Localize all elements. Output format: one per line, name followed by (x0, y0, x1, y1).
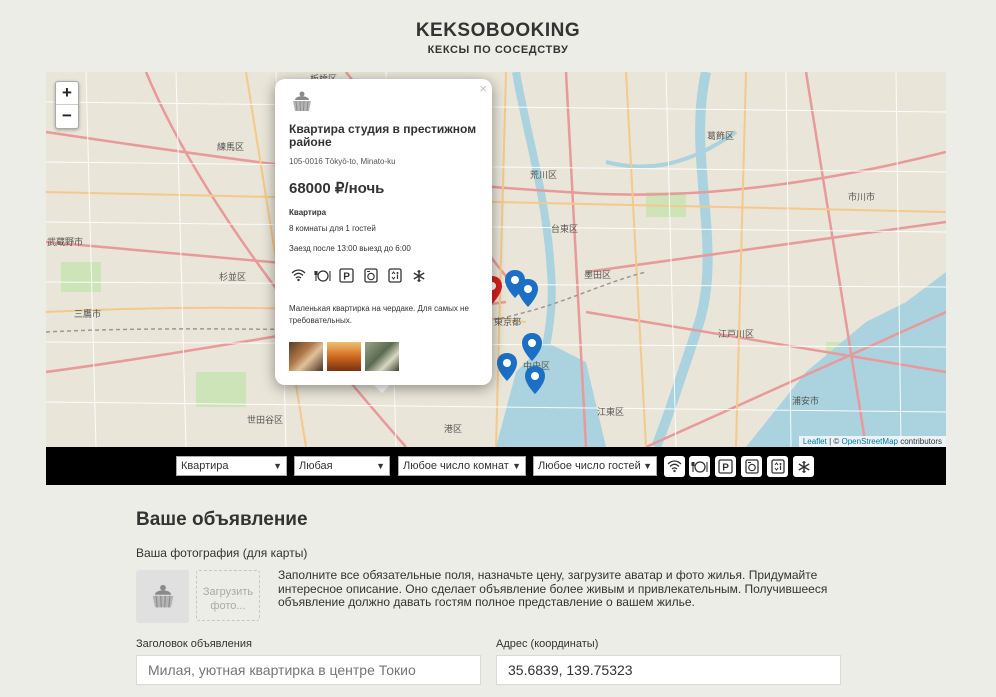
map-pin[interactable] (496, 352, 518, 382)
form-note: Заполните все обязательные поля, назначь… (278, 568, 828, 609)
popup-address: 105-0016 Tōkyō-to, Minato-ku (289, 157, 396, 166)
form-title: Ваше объявление (136, 509, 308, 530)
map-label: 三鷹市 (74, 309, 102, 319)
washer-icon (744, 459, 759, 474)
map-label: 武蔵野市 (47, 237, 84, 247)
offer-popup: × Квартира студия в престижном районе 10… (275, 79, 492, 385)
avatar-upload-button[interactable]: Загрузить фото... (196, 570, 260, 621)
map-label: 市川市 (848, 192, 876, 202)
zoom-out-button[interactable]: − (56, 105, 78, 127)
address-input[interactable]: 35.6839, 139.75323 (496, 655, 841, 685)
map-label: 台東区 (551, 224, 579, 234)
site-subtitle: КЕКСЫ ПО СОСЕДСТВУ (427, 44, 569, 56)
housing-photo[interactable] (327, 342, 361, 371)
map-label: 浦安市 (792, 396, 820, 406)
wifi-icon (289, 266, 308, 285)
filter-parking-checkbox[interactable]: P (715, 456, 736, 477)
map-pin[interactable] (524, 365, 546, 395)
housing-type-select[interactable]: Квартира ▼ (176, 456, 287, 476)
rooms-select[interactable]: Любое число комнат ▼ (398, 456, 526, 476)
popup-title: Квартира студия в престижном районе (289, 122, 477, 149)
map-label: 江東区 (597, 407, 625, 417)
popup-type: Квартира (289, 208, 327, 217)
map[interactable]: 板橋区 練馬区 武蔵野市 杉並区 三鷹市 世田谷区 港区 荒川区 台東区 墨田区… (46, 72, 946, 447)
conditioner-icon (797, 460, 810, 473)
map-label: 東京都 (494, 317, 522, 327)
zoom-in-button[interactable]: + (56, 82, 78, 105)
parking-icon: P (337, 266, 356, 285)
svg-text:P: P (343, 272, 350, 283)
popup-price: 68000 ₽/ночь (289, 180, 385, 197)
housing-type-value: Квартира (181, 460, 229, 472)
chevron-down-icon: ▼ (512, 461, 521, 471)
address-label: Адрес (координаты) (496, 638, 599, 650)
dishwasher-icon (690, 460, 708, 473)
author-avatar (293, 91, 311, 112)
map-label: 江戸川区 (718, 329, 755, 339)
filter-conditioner-checkbox[interactable] (793, 456, 814, 477)
chevron-down-icon: ▼ (643, 461, 652, 471)
zoom-control: + − (55, 81, 79, 129)
map-label: 荒川区 (530, 170, 558, 180)
housing-photo[interactable] (365, 342, 399, 371)
popup-close-button[interactable]: × (479, 81, 487, 96)
filter-elevator-checkbox[interactable] (767, 456, 788, 477)
washer-icon (361, 266, 380, 285)
chevron-down-icon: ▼ (273, 461, 282, 471)
map-attribution: Leaflet | © OpenStreetMap contributors (798, 436, 946, 447)
price-value: Любая (299, 460, 333, 472)
map-label: 港区 (444, 424, 463, 434)
popup-capacity: 8 комнаты для 1 гостей (289, 224, 376, 233)
wifi-icon (667, 460, 682, 473)
filter-wifi-checkbox[interactable] (664, 456, 685, 477)
rooms-value: Любое число комнат (403, 460, 509, 472)
conditioner-icon (409, 266, 428, 285)
osm-link[interactable]: OpenStreetMap (841, 437, 897, 446)
avatar-preview (136, 570, 189, 623)
elevator-icon (385, 266, 404, 285)
cupcake-icon (152, 584, 173, 607)
chevron-down-icon: ▼ (376, 461, 385, 471)
map-label: 葛飾区 (707, 131, 735, 141)
guests-value: Любое число гостей (538, 460, 641, 472)
site-logo: KEKSOBOOKING (415, 20, 581, 41)
price-select[interactable]: Любая ▼ (294, 456, 390, 476)
filter-dishwasher-checkbox[interactable] (689, 456, 710, 477)
map-pin[interactable] (521, 332, 543, 362)
map-label: 墨田区 (584, 270, 612, 280)
guests-select[interactable]: Любое число гостей ▼ (533, 456, 657, 476)
attribution-separator: | © (826, 437, 842, 446)
map-filters: Квартира ▼ Любая ▼ Любое число комнат ▼ … (46, 447, 946, 485)
map-label: 練馬区 (217, 142, 245, 152)
popup-time: Заезд после 13:00 выезд до 6:00 (289, 244, 411, 253)
popup-photos (289, 342, 399, 371)
popup-features: P (289, 266, 428, 285)
map-tiles (46, 72, 946, 447)
map-label: 杉並区 (219, 272, 247, 282)
page-header: KEKSOBOOKING КЕКСЫ ПО СОСЕДСТВУ (0, 0, 996, 72)
filter-washer-checkbox[interactable] (741, 456, 762, 477)
dishwasher-icon (313, 266, 332, 285)
map-pin[interactable] (517, 278, 539, 308)
leaflet-link[interactable]: Leaflet (803, 437, 827, 446)
svg-text:P: P (722, 463, 729, 474)
attribution-suffix: contributors (897, 437, 942, 446)
elevator-icon (770, 459, 785, 474)
title-label: Заголовок объявления (136, 638, 252, 650)
map-label: 世田谷区 (247, 415, 284, 425)
parking-icon: P (718, 459, 733, 474)
avatar-label: Ваша фотография (для карты) (136, 546, 308, 560)
title-input[interactable] (136, 655, 481, 685)
popup-description: Маленькая квартирка на чердаке. Для самы… (289, 304, 469, 325)
housing-photo[interactable] (289, 342, 323, 371)
